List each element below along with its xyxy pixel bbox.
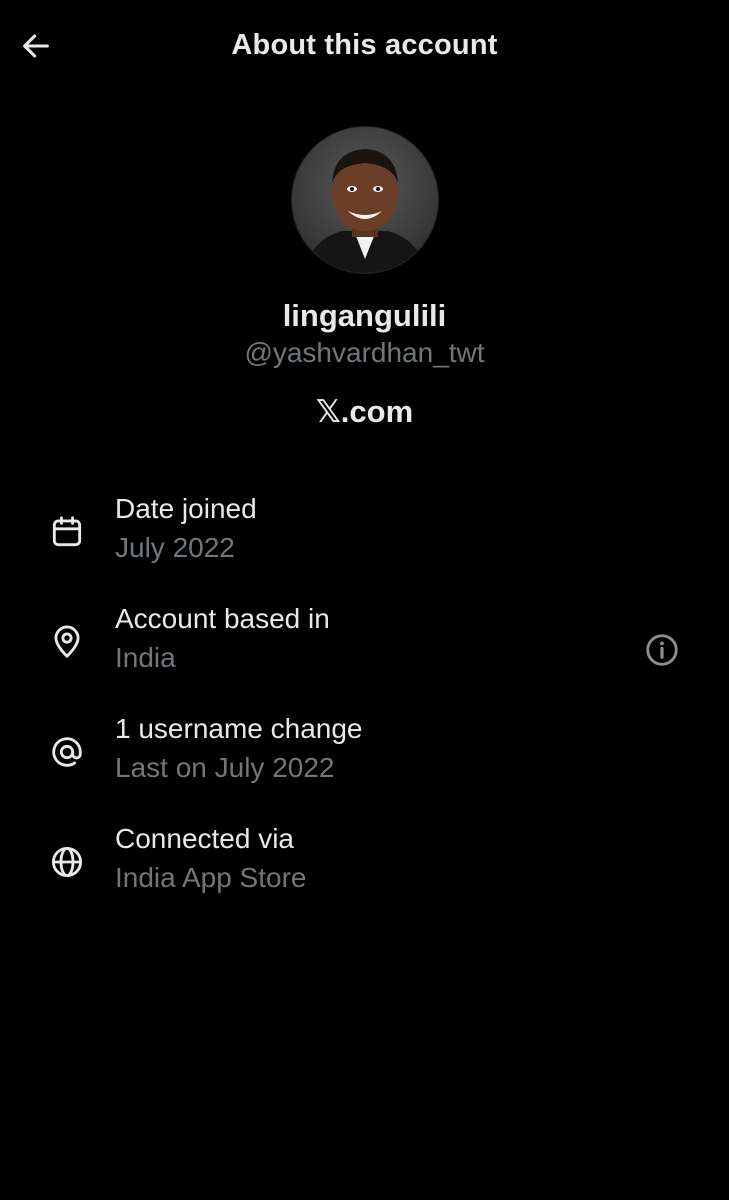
detail-value: India App Store <box>115 862 307 893</box>
platform-domain: 𝕏.com <box>315 394 414 429</box>
detail-label: 1 username change <box>115 713 363 744</box>
detail-label: Account based in <box>115 603 330 634</box>
page-title: About this account <box>231 29 498 61</box>
list-item-account-based-in: Account based in India <box>0 600 729 710</box>
detail-value: India <box>115 642 176 673</box>
list-item-connected-via: Connected via India App Store <box>0 820 729 930</box>
username-handle: @yashvardhan_twt <box>244 337 485 368</box>
list-item-date-joined: Date joined July 2022 <box>0 490 729 600</box>
detail-value: Last on July 2022 <box>115 752 335 783</box>
account-details-list: Date joined July 2022 Account based in I… <box>0 490 729 930</box>
detail-value: July 2022 <box>115 532 235 563</box>
info-button[interactable] <box>640 628 684 672</box>
profile-section: lingangulili @yashvardhan_twt 𝕏.com <box>0 126 729 432</box>
detail-label: Date joined <box>115 493 257 524</box>
detail-label: Connected via <box>115 823 295 854</box>
display-name: lingangulili <box>282 298 447 333</box>
avatar[interactable] <box>290 126 439 274</box>
list-item-username-change: 1 username change Last on July 2022 <box>0 710 729 820</box>
location-pin-icon <box>45 620 89 664</box>
info-icon <box>646 634 678 666</box>
avatar-image <box>291 127 438 273</box>
at-sign-icon <box>45 730 89 774</box>
calendar-icon <box>45 510 89 554</box>
globe-icon <box>45 840 89 884</box>
top-bar: About this account <box>0 0 729 94</box>
